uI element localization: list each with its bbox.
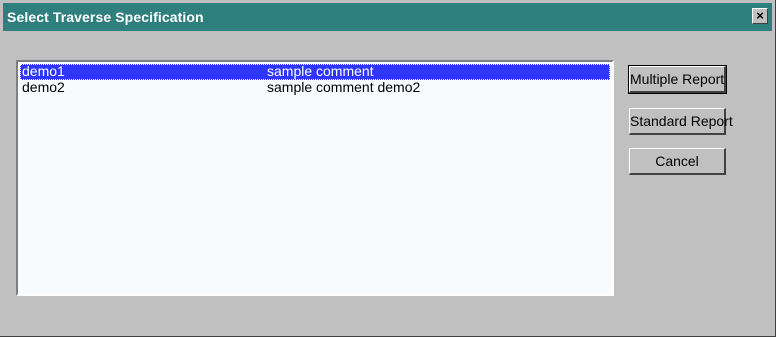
traverse-spec-list[interactable]: demo1 sample comment demo2 sample commen…: [16, 60, 614, 296]
list-item-name: demo1: [22, 63, 65, 79]
close-icon: ×: [756, 8, 764, 23]
list-item[interactable]: demo1 sample comment: [20, 64, 610, 80]
select-traverse-dialog: Select Traverse Specification × demo1 sa…: [0, 0, 776, 337]
multiple-report-button[interactable]: Multiple Report: [628, 65, 727, 94]
title-bar[interactable]: Select Traverse Specification ×: [3, 3, 772, 31]
standard-report-button[interactable]: Standard Report: [629, 108, 733, 135]
list-item-comment: sample comment demo2: [267, 79, 421, 95]
list-item-comment: sample comment: [267, 63, 374, 79]
cancel-button[interactable]: Cancel: [629, 148, 726, 175]
list-item-name: demo2: [22, 79, 65, 95]
dialog-title: Select Traverse Specification: [7, 9, 204, 25]
close-button[interactable]: ×: [752, 8, 768, 24]
list-item[interactable]: demo2 sample comment demo2: [20, 80, 610, 96]
